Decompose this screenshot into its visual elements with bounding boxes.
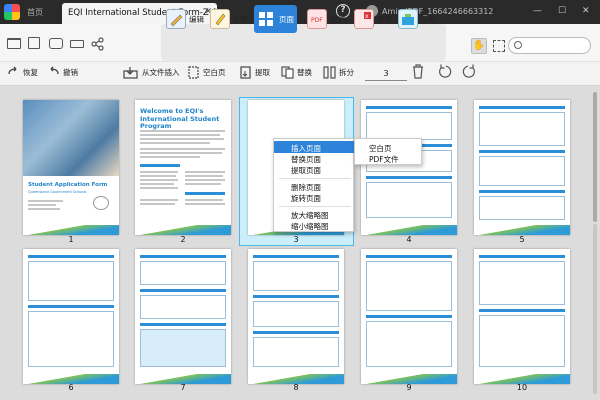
svg-text:PDF: PDF [311, 17, 323, 24]
extract-icon [239, 66, 252, 79]
page-number-6: 6 [68, 383, 74, 392]
tab-comment-label: 注释 [233, 14, 248, 24]
print-icon[interactable] [70, 40, 84, 48]
tab-convert-label: 转换 [377, 14, 392, 24]
page-thumbnail-6[interactable] [23, 249, 119, 384]
tab-comment[interactable]: 注释 [210, 5, 248, 33]
blank-page-icon [187, 66, 200, 79]
page-number-7: 7 [180, 383, 186, 392]
page-number-2: 2 [180, 235, 186, 244]
redo-icon [7, 66, 20, 79]
delete-icon[interactable] [411, 64, 425, 80]
edit-icon [166, 9, 186, 29]
maximize-button[interactable]: ☐ [558, 6, 566, 16]
tools-icon [398, 9, 418, 29]
undo-icon [47, 66, 60, 79]
page-thumbnail-4[interactable] [361, 100, 457, 235]
extract-label: 提取 [255, 68, 270, 77]
extract-button[interactable]: 提取 [239, 66, 270, 79]
export-icon[interactable] [49, 38, 63, 49]
comment-icon [210, 9, 230, 29]
page-icon [256, 9, 276, 29]
tab-edit-label: 编辑 [189, 14, 204, 24]
protect-icon: PDF [307, 9, 327, 29]
redo-button[interactable]: 恢复 [7, 66, 38, 79]
tab-protect-label: 保护 [330, 14, 345, 24]
tab-protect[interactable]: PDF 保护 [307, 5, 345, 33]
tab-page-label: 页面 [279, 14, 294, 24]
page-number-10: 10 [516, 383, 528, 392]
context-menu: 插入页面 替换页面 提取页面 删除页面 旋转页面 放大缩略图 缩小缩略图 [273, 138, 355, 232]
close-window-button[interactable]: ✕ [582, 6, 590, 16]
page-thumbnail-10[interactable] [474, 249, 570, 384]
open-folder-icon[interactable] [7, 38, 21, 49]
tab-edit[interactable]: 编辑 [166, 5, 204, 33]
page-thumbnail-8[interactable] [248, 249, 344, 384]
save-icon[interactable] [28, 37, 40, 49]
select-frame-icon[interactable] [493, 40, 505, 52]
page1-subtitle: Queensland Government Schools [28, 190, 87, 194]
title-bar: 首页 EQI International Student Form-Z QUE*… [0, 0, 600, 24]
tab-convert[interactable]: x 转换 [354, 5, 392, 33]
page2-title: Welcome to EQI's International Student P… [140, 107, 220, 130]
replace-button[interactable]: 替换 [281, 66, 312, 79]
replace-icon [281, 66, 294, 79]
page-thumbnail-5[interactable] [474, 100, 570, 235]
students-photo [23, 100, 119, 176]
tab-tools[interactable]: 工具 [398, 5, 436, 33]
undo-label: 撤销 [63, 68, 78, 77]
search-icon [514, 41, 522, 49]
split-label: 拆分 [339, 68, 354, 77]
menu-item-shrink-thumbnail[interactable]: 缩小缩略图 [274, 219, 355, 231]
page1-title: Student Application Form [28, 182, 108, 188]
convert-icon: x [354, 9, 374, 29]
page-number-4: 4 [406, 235, 412, 244]
tab-page[interactable]: 页面 [254, 5, 297, 33]
rotate-left-icon[interactable] [437, 64, 452, 79]
rotate-right-icon[interactable] [462, 64, 477, 79]
replace-label: 替换 [297, 68, 312, 77]
app-logo-icon[interactable] [4, 4, 20, 20]
split-icon [323, 66, 336, 79]
hand-tool-icon[interactable]: ✋ [471, 38, 487, 54]
page-thumbnail-7[interactable] [135, 249, 231, 384]
menu-divider [279, 178, 351, 179]
share-icon[interactable] [91, 37, 105, 51]
svg-text:x: x [365, 13, 369, 20]
insert-from-file-button[interactable]: 从文件插入 [123, 66, 180, 79]
page-number-9: 9 [406, 383, 412, 392]
menu-item-extract-page[interactable]: 提取页面 [274, 163, 355, 175]
insert-from-file-icon [123, 66, 139, 79]
page-number-8: 8 [293, 383, 299, 392]
blank-page-label: 空白页 [203, 68, 226, 77]
page-number-3: 3 [293, 235, 299, 244]
scrollbar-track[interactable] [593, 224, 597, 394]
redo-label: 恢复 [23, 68, 38, 77]
page-number-input[interactable]: 3 [365, 67, 407, 81]
blank-page-button[interactable]: 空白页 [187, 66, 226, 79]
page-thumbnail-1[interactable]: Student Application Form Queensland Gove… [23, 100, 119, 235]
home-tab[interactable]: 首页 [27, 7, 43, 18]
page-number-5: 5 [519, 235, 525, 244]
insert-submenu: 空白页 PDF文件 [354, 138, 422, 165]
menu-item-rotate-page[interactable]: 旋转页面 [274, 191, 355, 203]
queensland-crest-icon [93, 196, 109, 210]
tab-tools-label: 工具 [421, 14, 436, 24]
menu-divider [279, 206, 351, 207]
insert-from-file-label: 从文件插入 [142, 68, 180, 77]
submenu-item-pdf-file[interactable]: PDF文件 [355, 152, 423, 164]
scrollbar-thumb[interactable] [593, 92, 597, 222]
search-input[interactable] [508, 37, 591, 54]
split-button[interactable]: 拆分 [323, 66, 354, 79]
page-thumbnail-9[interactable] [361, 249, 457, 384]
undo-button[interactable]: 撤销 [47, 66, 78, 79]
minimize-button[interactable]: — [533, 6, 542, 16]
page-thumbnail-2[interactable]: Welcome to EQI's International Student P… [135, 100, 231, 235]
page-number-1: 1 [68, 235, 74, 244]
